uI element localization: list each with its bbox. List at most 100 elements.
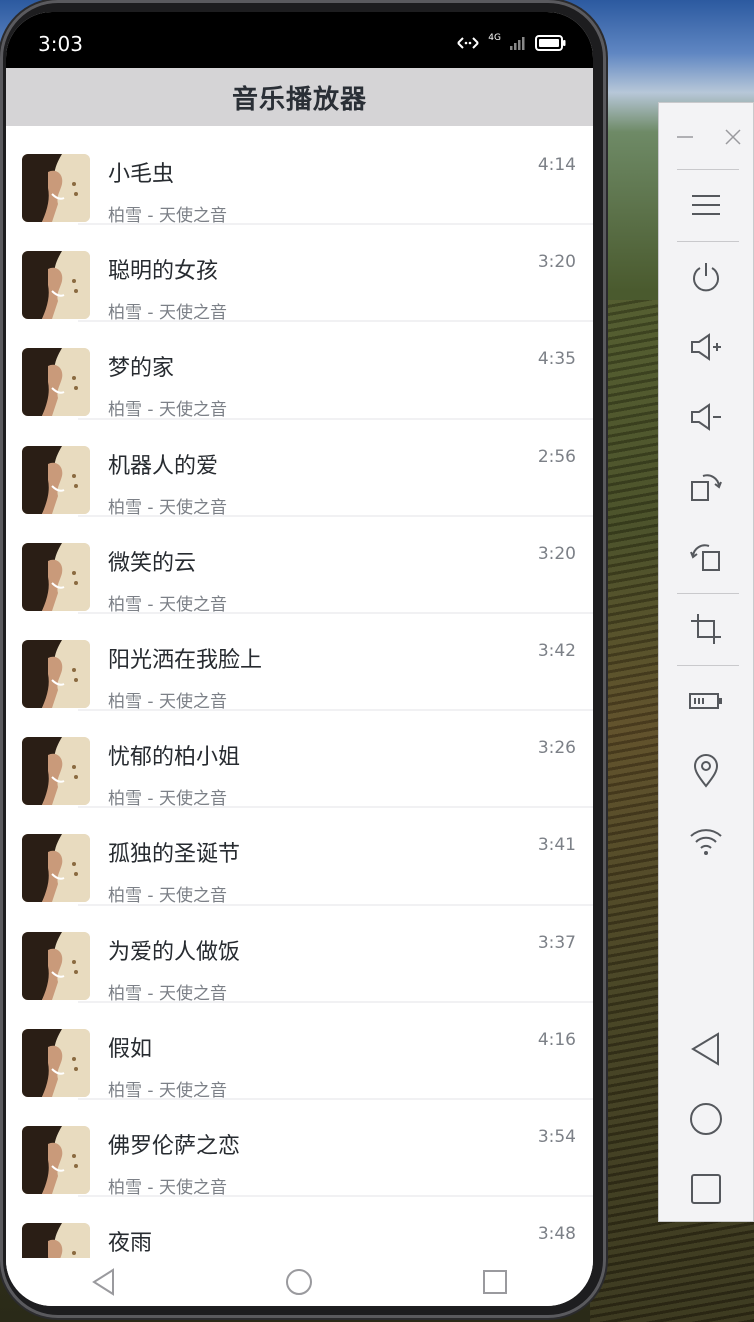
status-bar: 3:03 4G: [6, 12, 593, 68]
volume-up-button[interactable]: [659, 321, 753, 373]
album-cover: [22, 154, 90, 222]
song-row[interactable]: 微笑的云 柏雪 - 天使之音 3:20: [6, 515, 593, 615]
album-cover-icon: [22, 931, 90, 1000]
volume-down-icon: [691, 403, 721, 431]
song-row[interactable]: 小毛虫 柏雪 - 天使之音 4:14: [6, 126, 593, 226]
song-row[interactable]: 梦的家 柏雪 - 天使之音 4:35: [6, 320, 593, 420]
song-title: 佛罗伦萨之恋: [108, 1133, 241, 1159]
song-duration: 3:42: [537, 640, 576, 661]
song-title: 微笑的云: [108, 550, 197, 576]
home-icon: [690, 1103, 722, 1135]
song-duration: 4:35: [537, 349, 576, 370]
back-icon: [91, 1268, 114, 1296]
song-duration: 3:20: [537, 543, 576, 564]
crop-icon: [691, 614, 721, 644]
album-cover: [22, 834, 90, 903]
location-icon: [693, 754, 719, 788]
close-button[interactable]: [685, 111, 754, 163]
album-cover: [22, 1028, 90, 1097]
song-row[interactable]: 佛罗伦萨之恋 柏雪 - 天使之音 3:54: [6, 1098, 593, 1198]
battery-icon: [689, 693, 722, 709]
signal-icon: [510, 37, 525, 50]
home-icon: [286, 1269, 313, 1295]
album-cover-icon: [22, 154, 90, 222]
wifi-button[interactable]: [659, 815, 753, 867]
song-row[interactable]: 为爱的人做饭 柏雪 - 天使之音 3:37: [6, 904, 593, 1004]
phone-nav-bar: [6, 1258, 593, 1306]
song-duration: 3:41: [537, 835, 576, 856]
battery-status-icon: [535, 35, 566, 51]
album-cover-icon: [22, 542, 90, 611]
screenshot-button[interactable]: [659, 603, 753, 655]
song-title: 忧郁的柏小姐: [108, 745, 241, 771]
song-duration: 3:26: [537, 738, 576, 759]
album-cover-icon: [22, 639, 90, 708]
data-transfer-icon: [457, 37, 480, 49]
song-row[interactable]: 夜雨柏雪 - 天使之音3:48: [6, 1195, 593, 1259]
song-duration: 3:48: [537, 1224, 576, 1245]
phone-frame: 3:03 4G 音乐播放器 小毛虫 柏雪 - 天使之音 4:14 聪明的女孩 柏…: [0, 0, 606, 1318]
battery-button[interactable]: [659, 675, 753, 727]
power-button[interactable]: [659, 251, 753, 303]
song-duration: 3:20: [537, 252, 576, 273]
song-title: 孤独的圣诞节: [108, 842, 241, 868]
album-cover: [22, 931, 90, 1000]
song-title: 小毛虫: [108, 162, 175, 187]
song-row[interactable]: 聪明的女孩 柏雪 - 天使之音 3:20: [6, 223, 593, 323]
status-icons: 4G: [456, 33, 567, 52]
song-row[interactable]: 假如 柏雪 - 天使之音 4:16: [6, 1001, 593, 1101]
page-title: 音乐播放器: [231, 84, 367, 115]
album-cover: [22, 1125, 90, 1194]
rotate-left-button[interactable]: [659, 531, 753, 583]
album-cover-icon: [22, 1125, 90, 1194]
song-list[interactable]: 小毛虫 柏雪 - 天使之音 4:14 聪明的女孩 柏雪 - 天使之音 3:20 梦的家 柏雪 …: [6, 126, 593, 1259]
song-title: 聪明的女孩: [108, 259, 219, 285]
status-time: 3:03: [38, 32, 83, 56]
album-cover-icon: [22, 737, 90, 806]
emulator-toolbar: [658, 102, 754, 1222]
album-cover: [22, 639, 90, 708]
rotate-right-icon: [691, 474, 722, 501]
song-duration: 4:14: [537, 155, 576, 175]
close-icon: [725, 129, 741, 145]
song-title: 为爱的人做饭: [108, 939, 241, 965]
recents-icon: [691, 1174, 721, 1204]
song-duration: 4:16: [537, 1029, 576, 1050]
song-row[interactable]: 孤独的圣诞节 柏雪 - 天使之音 3:41: [6, 806, 593, 906]
album-cover: [22, 445, 90, 514]
album-cover: [22, 737, 90, 806]
network-type: 4G: [488, 33, 501, 43]
nav-recents-button[interactable]: [475, 1262, 515, 1302]
nav-back-button[interactable]: [84, 1262, 124, 1302]
volume-down-button[interactable]: [659, 391, 753, 443]
song-title: 梦的家: [108, 356, 175, 382]
nav-home-button[interactable]: [279, 1262, 319, 1302]
volume-up-icon: [691, 333, 721, 361]
album-cover: [22, 348, 90, 417]
song-title: 机器人的爱: [108, 453, 219, 479]
album-cover-icon: [22, 834, 90, 903]
song-duration: 2:56: [537, 446, 576, 467]
song-duration: 3:37: [537, 932, 576, 953]
rotate-right-button[interactable]: [659, 461, 753, 513]
emulator-recents-button[interactable]: [659, 1163, 753, 1215]
song-title: 阳光洒在我脸上: [108, 647, 263, 673]
song-duration: 3:54: [537, 1126, 576, 1147]
song-row[interactable]: 阳光洒在我脸上 柏雪 - 天使之音 3:42: [6, 612, 593, 712]
album-cover-icon: [22, 445, 90, 514]
album-cover: [22, 251, 90, 320]
album-cover-icon: [22, 251, 90, 320]
song-row[interactable]: 忧郁的柏小姐 柏雪 - 天使之音 3:26: [6, 709, 593, 809]
song-row[interactable]: 机器人的爱 柏雪 - 天使之音 2:56: [6, 418, 593, 518]
album-cover-icon: [22, 1028, 90, 1097]
power-icon: [693, 263, 719, 292]
emulator-back-button[interactable]: [659, 1023, 753, 1075]
emulator-home-button[interactable]: [659, 1093, 753, 1145]
menu-button[interactable]: [659, 179, 753, 231]
album-cover: [22, 1223, 90, 1259]
menu-icon: [692, 195, 720, 215]
location-button[interactable]: [659, 745, 753, 797]
back-icon: [691, 1032, 719, 1066]
song-title: 夜雨: [108, 1231, 153, 1257]
phone-screen: 3:03 4G 音乐播放器 小毛虫 柏雪 - 天使之音 4:14 聪明的女孩 柏…: [6, 12, 593, 1306]
